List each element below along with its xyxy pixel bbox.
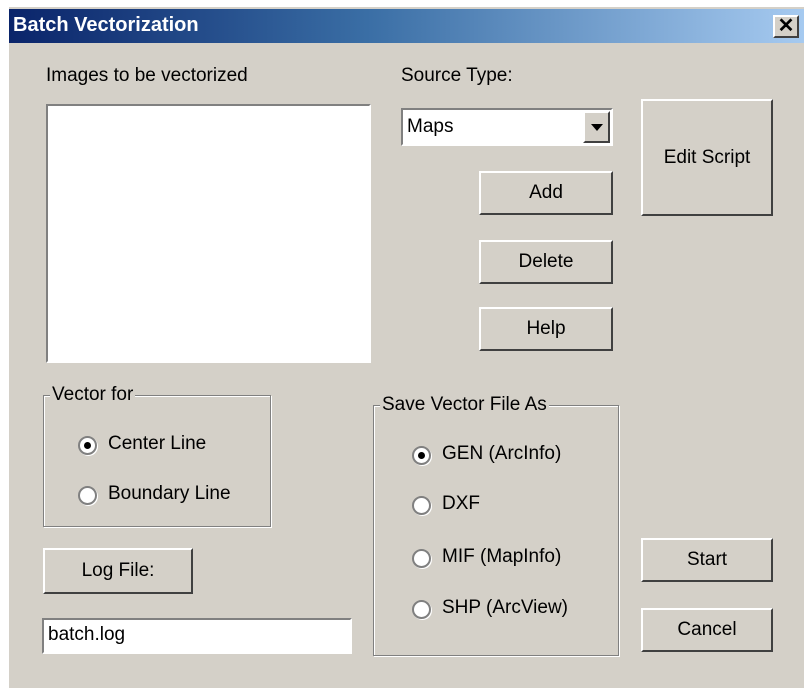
save-vector-file-as-group: Save Vector File As GEN (ArcInfo) DXF MI…	[373, 394, 619, 656]
window-title: Batch Vectorization	[13, 14, 199, 36]
title-bar[interactable]: Batch Vectorization ✕	[9, 9, 804, 43]
close-button[interactable]: ✕	[773, 15, 799, 38]
images-label: Images to be vectorized	[46, 65, 248, 86]
vector-for-title: Vector for	[50, 384, 136, 406]
source-type-value: Maps	[407, 116, 454, 137]
edit-script-button[interactable]: Edit Script	[641, 99, 773, 216]
boundary-line-radio[interactable]	[78, 486, 97, 505]
source-type-select[interactable]: Maps	[401, 108, 613, 146]
shp-arcview-radio[interactable]	[412, 600, 431, 619]
boundary-line-label: Boundary Line	[108, 483, 231, 504]
batch-vectorization-dialog: Batch Vectorization ✕ Images to be vecto…	[8, 6, 804, 688]
delete-button[interactable]: Delete	[479, 240, 613, 284]
shp-arcview-label: SHP (ArcView)	[442, 597, 568, 618]
dxf-label: DXF	[442, 493, 480, 514]
source-type-label: Source Type:	[401, 65, 513, 86]
log-file-input[interactable]: batch.log	[42, 618, 352, 654]
images-listbox[interactable]	[46, 104, 371, 363]
mif-mapinfo-radio[interactable]	[412, 549, 431, 568]
dxf-radio[interactable]	[412, 496, 431, 515]
add-button[interactable]: Add	[479, 171, 613, 215]
close-icon: ✕	[777, 15, 795, 37]
help-button[interactable]: Help	[479, 307, 613, 351]
start-button[interactable]: Start	[641, 538, 773, 582]
gen-arcinfo-radio[interactable]	[412, 446, 431, 465]
log-file-button[interactable]: Log File:	[43, 548, 193, 594]
center-line-label: Center Line	[108, 433, 207, 454]
chevron-down-icon[interactable]	[583, 111, 610, 143]
cancel-button[interactable]: Cancel	[641, 608, 773, 652]
gen-arcinfo-label: GEN (ArcInfo)	[442, 443, 562, 464]
center-line-radio[interactable]	[78, 436, 97, 455]
vector-for-group: Vector for Center Line Boundary Line	[43, 384, 271, 527]
mif-mapinfo-label: MIF (MapInfo)	[442, 546, 562, 567]
save-as-title: Save Vector File As	[380, 394, 549, 416]
